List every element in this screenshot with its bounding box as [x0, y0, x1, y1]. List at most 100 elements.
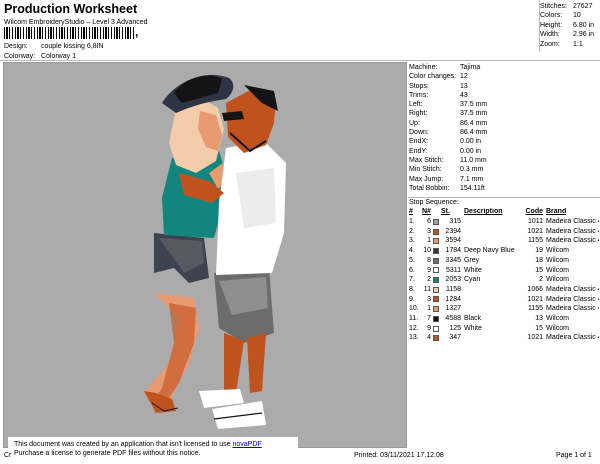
design-value: couple kissing 6,8IN [40, 43, 104, 50]
footer-left: Cr [4, 452, 12, 459]
stat-stitches: Stitches: 27627 [540, 3, 593, 10]
stop-row: 5. 8 3345 Grey 18 Wilcom [409, 256, 599, 266]
header-rule [0, 60, 600, 61]
color-swatch [433, 335, 439, 342]
novapdf-link[interactable]: novaPDF [232, 441, 261, 448]
barcode-suffix: , [135, 25, 139, 39]
stat-colors: Colors: 10 [540, 12, 581, 20]
stop-description [461, 304, 515, 314]
stop-row: 2. 3 2394 1021Madeira Classic 40 [409, 227, 599, 237]
stop-sequence-title: Stop Sequence: [409, 199, 459, 206]
col-hash: # [409, 208, 413, 215]
stop-brand: Madeira Classic 40 [546, 227, 599, 235]
stop-description [461, 333, 515, 343]
notice-text: This document was created by an applicat… [14, 441, 231, 448]
stop-description: White [464, 324, 482, 332]
machine-details: Machine: Tajima Color changes: 12 Stops: 13… [409, 63, 599, 193]
stop-code: 1021 [527, 227, 543, 235]
page-title: Production Worksheet [4, 2, 138, 16]
stop-stitches: 2394 [445, 227, 461, 235]
stop-row: 1. 6 315 1011Madeira Classic 40 [409, 217, 599, 227]
stop-description: Grey [464, 256, 480, 264]
stop-brand: Madeira Classic 40 [546, 295, 599, 303]
machine-row: Right: 37.5 mm [409, 110, 488, 118]
machine-row: Down: 86.4 mm [409, 129, 488, 137]
stop-code: 19 [535, 247, 543, 255]
stop-needle: 1 [427, 237, 431, 245]
design-stats: Stitches: 27627 Colors: 10 Height: 6.80 in … [540, 2, 600, 49]
stop-brand: Wilcom [546, 247, 569, 255]
stop-brand: Madeira Classic 40 [546, 305, 599, 313]
stop-needle: 2 [427, 276, 431, 284]
col-description: Description [464, 208, 503, 215]
stop-code: 1066 [527, 285, 543, 293]
stop-color-swatch [431, 217, 441, 227]
color-swatch [433, 296, 439, 303]
stop-needle: 6 [427, 218, 431, 225]
stop-index: 6. [409, 266, 415, 274]
stop-description: Deep Navy Blue [464, 247, 515, 255]
stop-brand: Wilcom [546, 256, 569, 264]
stop-color-swatch [431, 266, 441, 276]
stop-stitches: 3594 [445, 237, 461, 245]
stop-stitches: 315 [449, 218, 461, 225]
stop-code: 1155 [527, 237, 543, 245]
stop-sequence-list: 1.63151011Madeira Classic 402.323941021M… [409, 217, 599, 343]
stop-description [461, 295, 515, 305]
stop-description [461, 236, 515, 246]
stop-row: 3. 1 3594 1155Madeira Classic 40 [409, 236, 599, 246]
col-needle: N# [422, 208, 431, 215]
machine-row: Min Stitch: 0.3 mm [409, 166, 484, 174]
stop-stitches: 1284 [445, 295, 461, 303]
colorway-value: Colorway 1 [40, 53, 76, 60]
stat-height: Height: 6.80 in [540, 21, 595, 29]
stop-index: 3. [409, 237, 415, 245]
color-swatch [433, 286, 439, 293]
stop-stitches: 1158 [445, 285, 461, 293]
color-swatch [433, 325, 439, 332]
stop-code: 13 [535, 315, 543, 323]
stop-needle: 4 [427, 334, 431, 342]
colorway-info: Colorway: Colorway 1 [4, 53, 76, 60]
stop-needle: 10 [423, 247, 431, 255]
stop-row: 4. 10 1784 Deep Navy Blue 19 Wilcom [409, 246, 599, 256]
stop-stitches: 5311 [445, 266, 461, 274]
stop-stitches: 125 [449, 324, 461, 332]
stop-needle: 11 [423, 285, 431, 293]
stop-stitches: 4588 [445, 315, 461, 323]
stop-index: 8. [409, 285, 415, 293]
color-swatch [433, 228, 439, 235]
color-swatch [433, 306, 439, 313]
stop-needle: 3 [427, 295, 431, 303]
stop-color-swatch [431, 275, 441, 285]
stop-needle: 3 [427, 227, 431, 235]
stop-description: Cyan [464, 276, 481, 284]
stop-description [461, 217, 515, 227]
stop-row: 11. 7 4588 Black 13 Wilcom [409, 314, 599, 324]
stop-brand: Wilcom [546, 315, 569, 323]
stop-row: 7. 2 2053 Cyan 2 Wilcom [409, 275, 599, 285]
color-swatch [433, 247, 439, 254]
stop-color-swatch [431, 333, 441, 343]
stop-stitches: 2053 [445, 276, 461, 284]
stop-description: Black [464, 315, 482, 323]
color-swatch [433, 218, 439, 225]
stop-needle: 8 [427, 256, 431, 264]
col-stitches: St. [441, 208, 450, 215]
stop-sequence-header: # N# St. Description Code Brand [409, 208, 599, 215]
machine-row: EndX: 0.00 in [409, 138, 482, 146]
stop-code: 1155 [527, 305, 543, 313]
stop-index: 11. [409, 315, 419, 323]
stop-description [461, 285, 515, 295]
stop-code: 2 [539, 276, 543, 284]
machine-row: EndY: 0.00 in [409, 147, 482, 155]
machine-row: Machine: Tajima [409, 64, 481, 71]
stop-code: 18 [535, 256, 543, 264]
color-swatch [433, 315, 439, 322]
embroidery-illustration [144, 74, 286, 429]
license-notice: This document was created by an applicat… [8, 437, 298, 461]
stop-row: 13. 4 347 1021Madeira Classic 40 [409, 333, 599, 343]
color-swatch [433, 267, 439, 274]
stop-brand: Wilcom [546, 276, 569, 284]
machine-row: Total Bobbin: 154.11ft [409, 184, 485, 192]
